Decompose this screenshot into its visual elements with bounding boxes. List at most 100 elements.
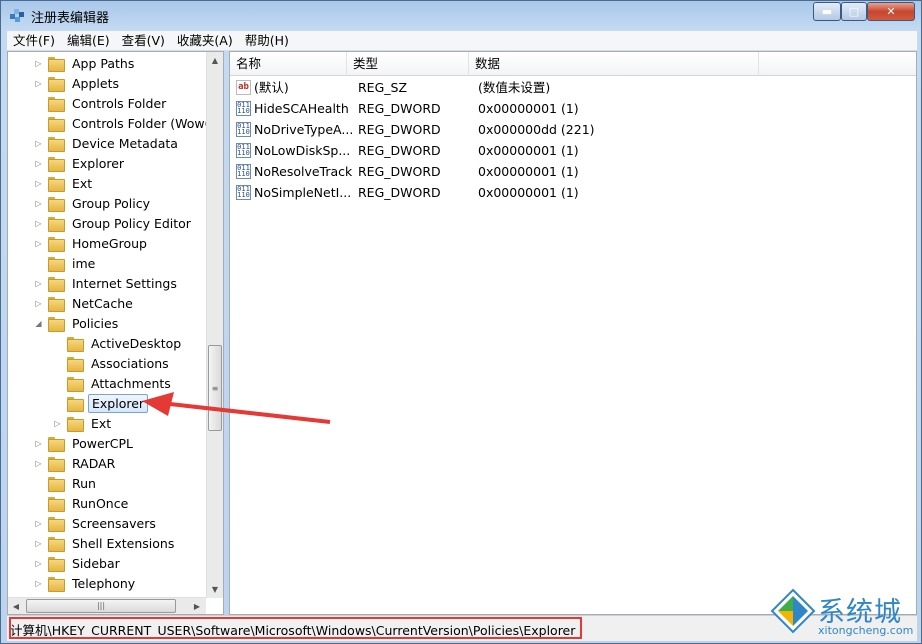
tree-item[interactable]: ▷ Sidebar: [34, 553, 123, 573]
collapsed-arrow-icon[interactable]: ▷: [34, 159, 43, 168]
tree-item[interactable]: Attachments: [53, 373, 174, 393]
collapsed-arrow-icon[interactable]: ▷: [34, 219, 43, 228]
tree-item[interactable]: ▷ Internet Settings: [34, 273, 180, 293]
annotation-arrow-icon: [142, 392, 331, 424]
window-title: 注册表编辑器: [31, 11, 110, 26]
scroll-down-arrow-icon[interactable]: ▼: [207, 581, 223, 598]
tree-item-label: Group Policy: [72, 195, 150, 211]
collapsed-arrow-icon[interactable]: ▷: [34, 199, 43, 208]
tree-item[interactable]: ▷ Group Policy: [34, 193, 153, 213]
tree-item-label: RADAR: [72, 455, 116, 471]
tree-item[interactable]: RunOnce: [34, 493, 131, 513]
folder-icon: [48, 216, 65, 232]
scroll-right-arrow-icon[interactable]: ▶: [189, 598, 205, 614]
menu-favorites[interactable]: 收藏夹(A): [171, 31, 239, 51]
tree-item[interactable]: Associations: [53, 353, 172, 373]
collapsed-arrow-icon[interactable]: ▷: [34, 519, 43, 528]
tree-item-label: NetCache: [72, 295, 133, 311]
folder-icon: [48, 296, 65, 312]
tree-item[interactable]: ▷ PowerCPL: [34, 433, 136, 453]
menu-edit[interactable]: 编辑(E): [61, 31, 116, 51]
collapsed-arrow-icon[interactable]: ▷: [34, 279, 43, 288]
tree-item-label: RunOnce: [72, 495, 129, 511]
tree-connector: [53, 399, 62, 408]
tree-item[interactable]: ▷ Device Metadata: [34, 133, 181, 153]
tree-connector: [34, 119, 43, 128]
menu-file[interactable]: 文件(F): [7, 31, 61, 51]
collapsed-arrow-icon[interactable]: ▷: [34, 579, 43, 588]
folder-icon: [48, 176, 65, 192]
tree-item[interactable]: ▷ Group Policy Editor: [34, 213, 194, 233]
folder-icon: [67, 356, 84, 372]
tree-horizontal-scroll-thumb[interactable]: |||: [26, 599, 176, 613]
collapsed-arrow-icon[interactable]: ▷: [34, 459, 43, 468]
scroll-left-arrow-icon[interactable]: ◀: [8, 598, 24, 614]
tree-item[interactable]: ▷ Screensavers: [34, 513, 159, 533]
value-row[interactable]: 011 110 HideSCAHealth REG_DWORD 0x00000001 …: [230, 98, 916, 119]
collapsed-arrow-icon[interactable]: ▷: [34, 559, 43, 568]
value-data: 0x00000001 (1): [478, 164, 579, 179]
column-header-data[interactable]: 数据: [469, 52, 759, 76]
collapsed-arrow-icon[interactable]: ▷: [34, 179, 43, 188]
tree-item[interactable]: ◢ Policies: [34, 313, 121, 333]
value-type: REG_DWORD: [358, 143, 441, 158]
tree-item[interactable]: ▷ Ext: [34, 173, 95, 193]
tree-item[interactable]: ActiveDesktop: [53, 333, 184, 353]
scroll-up-arrow-icon[interactable]: ▲: [207, 52, 223, 69]
tree-item-label: Applets: [72, 75, 119, 91]
tree-item-label: PowerCPL: [72, 435, 134, 451]
tree-item[interactable]: Controls Folder: [34, 93, 169, 113]
column-header-type[interactable]: 类型: [347, 52, 469, 76]
collapsed-arrow-icon[interactable]: ▷: [34, 439, 43, 448]
tree-vertical-scrollbar[interactable]: ▲ ≡ ▼: [206, 52, 223, 598]
tree-horizontal-scrollbar[interactable]: ◀ ||| ▶: [8, 597, 206, 614]
value-row[interactable]: 011 110 NoSimpleNetI... REG_DWORD 0x0000000…: [230, 182, 916, 203]
collapsed-arrow-icon[interactable]: ▷: [34, 299, 43, 308]
tree-item[interactable]: ▷ App Paths: [34, 53, 137, 73]
close-button[interactable]: ✕: [867, 2, 915, 21]
dword-value-icon: 011 110: [236, 101, 251, 116]
folder-icon: [48, 476, 65, 492]
menu-view[interactable]: 查看(V): [116, 31, 171, 51]
expanded-arrow-icon[interactable]: ◢: [34, 319, 43, 328]
collapsed-arrow-icon[interactable]: ▷: [53, 419, 62, 428]
value-row[interactable]: 011 110 NoResolveTrack REG_DWORD 0x00000001…: [230, 161, 916, 182]
tree-item-label: Internet Settings: [72, 275, 177, 291]
tree-item[interactable]: ▷ HomeGroup: [34, 233, 150, 253]
tree-item[interactable]: ▷ RADAR: [34, 453, 118, 473]
tree-item[interactable]: ▷ Applets: [34, 73, 122, 93]
tree-item[interactable]: Run: [34, 473, 99, 493]
value-row[interactable]: ab (默认) REG_SZ (数值未设置): [230, 77, 916, 98]
tree-item[interactable]: ime: [34, 253, 98, 273]
tree-item[interactable]: Explorer: [53, 393, 149, 413]
key-tree-pane[interactable]: ▷ App Paths ▷ Applets Controls Folder Control…: [7, 51, 224, 615]
tree-item-label: Ext: [72, 175, 93, 191]
tree-item[interactable]: ▷ Explorer: [34, 153, 127, 173]
folder-icon: [48, 576, 65, 592]
value-type: REG_DWORD: [358, 101, 441, 116]
tree-item[interactable]: ▷ Telephony: [34, 573, 138, 593]
tree-item-label: Run: [72, 475, 96, 491]
collapsed-arrow-icon[interactable]: ▷: [34, 539, 43, 548]
collapsed-arrow-icon[interactable]: ▷: [34, 239, 43, 248]
tree-item[interactable]: ▷ Shell Extensions: [34, 533, 177, 553]
watermark-url: xitongcheng.com: [818, 624, 914, 637]
tree-item[interactable]: Controls Folder (Wow64: [34, 113, 223, 133]
collapsed-arrow-icon[interactable]: ▷: [34, 59, 43, 68]
value-row[interactable]: 011 110 NoDriveTypeA... REG_DWORD 0x000000d…: [230, 119, 916, 140]
value-data: (数值未设置): [478, 80, 551, 95]
collapsed-arrow-icon[interactable]: ▷: [34, 79, 43, 88]
column-header-name[interactable]: 名称: [230, 52, 347, 76]
collapsed-arrow-icon[interactable]: ▷: [34, 139, 43, 148]
minimize-button[interactable]: ▬: [813, 2, 841, 21]
tree-item-label: Associations: [91, 355, 169, 371]
value-row[interactable]: 011 110 NoLowDiskSp... REG_DWORD 0x00000001…: [230, 140, 916, 161]
tree-item[interactable]: ▷ Ext: [53, 413, 114, 433]
tree-item[interactable]: ▷ NetCache: [34, 293, 136, 313]
maximize-button[interactable]: □: [841, 2, 867, 21]
value-data: 0x000000dd (221): [478, 122, 595, 137]
value-data: 0x00000001 (1): [478, 185, 579, 200]
menu-help[interactable]: 帮助(H): [239, 31, 295, 51]
title-bar[interactable]: 注册表编辑器 ▬ □ ✕: [1, 1, 921, 31]
values-list-pane[interactable]: 名称 类型 数据 ab (默认) REG_SZ (数值未设置) 011 110 HideS…: [229, 51, 917, 615]
